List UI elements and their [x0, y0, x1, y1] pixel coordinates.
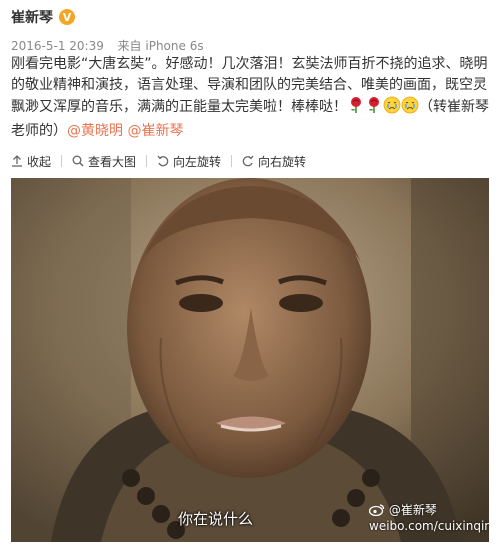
- upload-arrow-icon: [12, 155, 22, 167]
- post-timestamp[interactable]: 2016-5-1 20:39: [11, 39, 104, 53]
- video-subtitle: 你在说什么: [178, 510, 254, 528]
- crying-face-icon: [401, 96, 419, 121]
- mention-link[interactable]: @黄晓明: [67, 123, 123, 139]
- rotate-left-label: 向左旋转: [173, 154, 222, 169]
- toolbar-divider: [231, 155, 233, 167]
- rotate-left-button[interactable]: 向左旋转: [157, 153, 221, 170]
- post-photo[interactable]: 你在说什么 @崔新琴 weibo.com/cuixinqin: [11, 178, 489, 542]
- watermark-handle: @崔新琴: [388, 503, 437, 517]
- rotate-right-label: 向右旋转: [258, 154, 307, 169]
- rotate-right-button[interactable]: 向右旋转: [242, 153, 306, 170]
- author-name[interactable]: 崔新琴: [11, 7, 53, 27]
- view-large-label: 查看大图: [88, 154, 137, 169]
- magnifier-icon: [72, 155, 84, 167]
- post-source-prefix: 来自: [117, 39, 142, 53]
- watermark-url: weibo.com/cuixinqin: [369, 519, 489, 533]
- collapse-label: 收起: [27, 154, 52, 169]
- mention-link[interactable]: @崔新琴: [127, 123, 183, 139]
- crying-face-icon: [383, 96, 401, 121]
- collapse-button[interactable]: 收起: [11, 153, 51, 170]
- verified-badge: V: [59, 9, 75, 25]
- weibo-watermark: @崔新琴 weibo.com/cuixinqin: [368, 503, 489, 533]
- image-toolbar: 收起 查看大图 向左旋转 向右旋转: [11, 151, 316, 171]
- rotate-right-icon: [242, 155, 254, 167]
- view-large-button[interactable]: 查看大图: [72, 153, 136, 170]
- toolbar-divider: [61, 155, 63, 167]
- rotate-left-icon: [157, 155, 169, 167]
- rose-icon: [365, 96, 383, 121]
- movie-still-image: [11, 178, 489, 542]
- post-header: 崔新琴 V: [11, 6, 75, 28]
- post-source: iPhone 6s: [145, 39, 204, 53]
- weibo-logo-icon: [368, 503, 385, 519]
- rose-icon: [347, 96, 365, 121]
- toolbar-divider: [146, 155, 148, 167]
- post-meta: 2016-5-1 20:39 来自 iPhone 6s: [11, 37, 204, 54]
- post-text: 刚看完电影“大唐玄奘”。好感动！几次落泪！玄奘法师百折不挠的追求、晓明的敬业精神…: [11, 54, 493, 142]
